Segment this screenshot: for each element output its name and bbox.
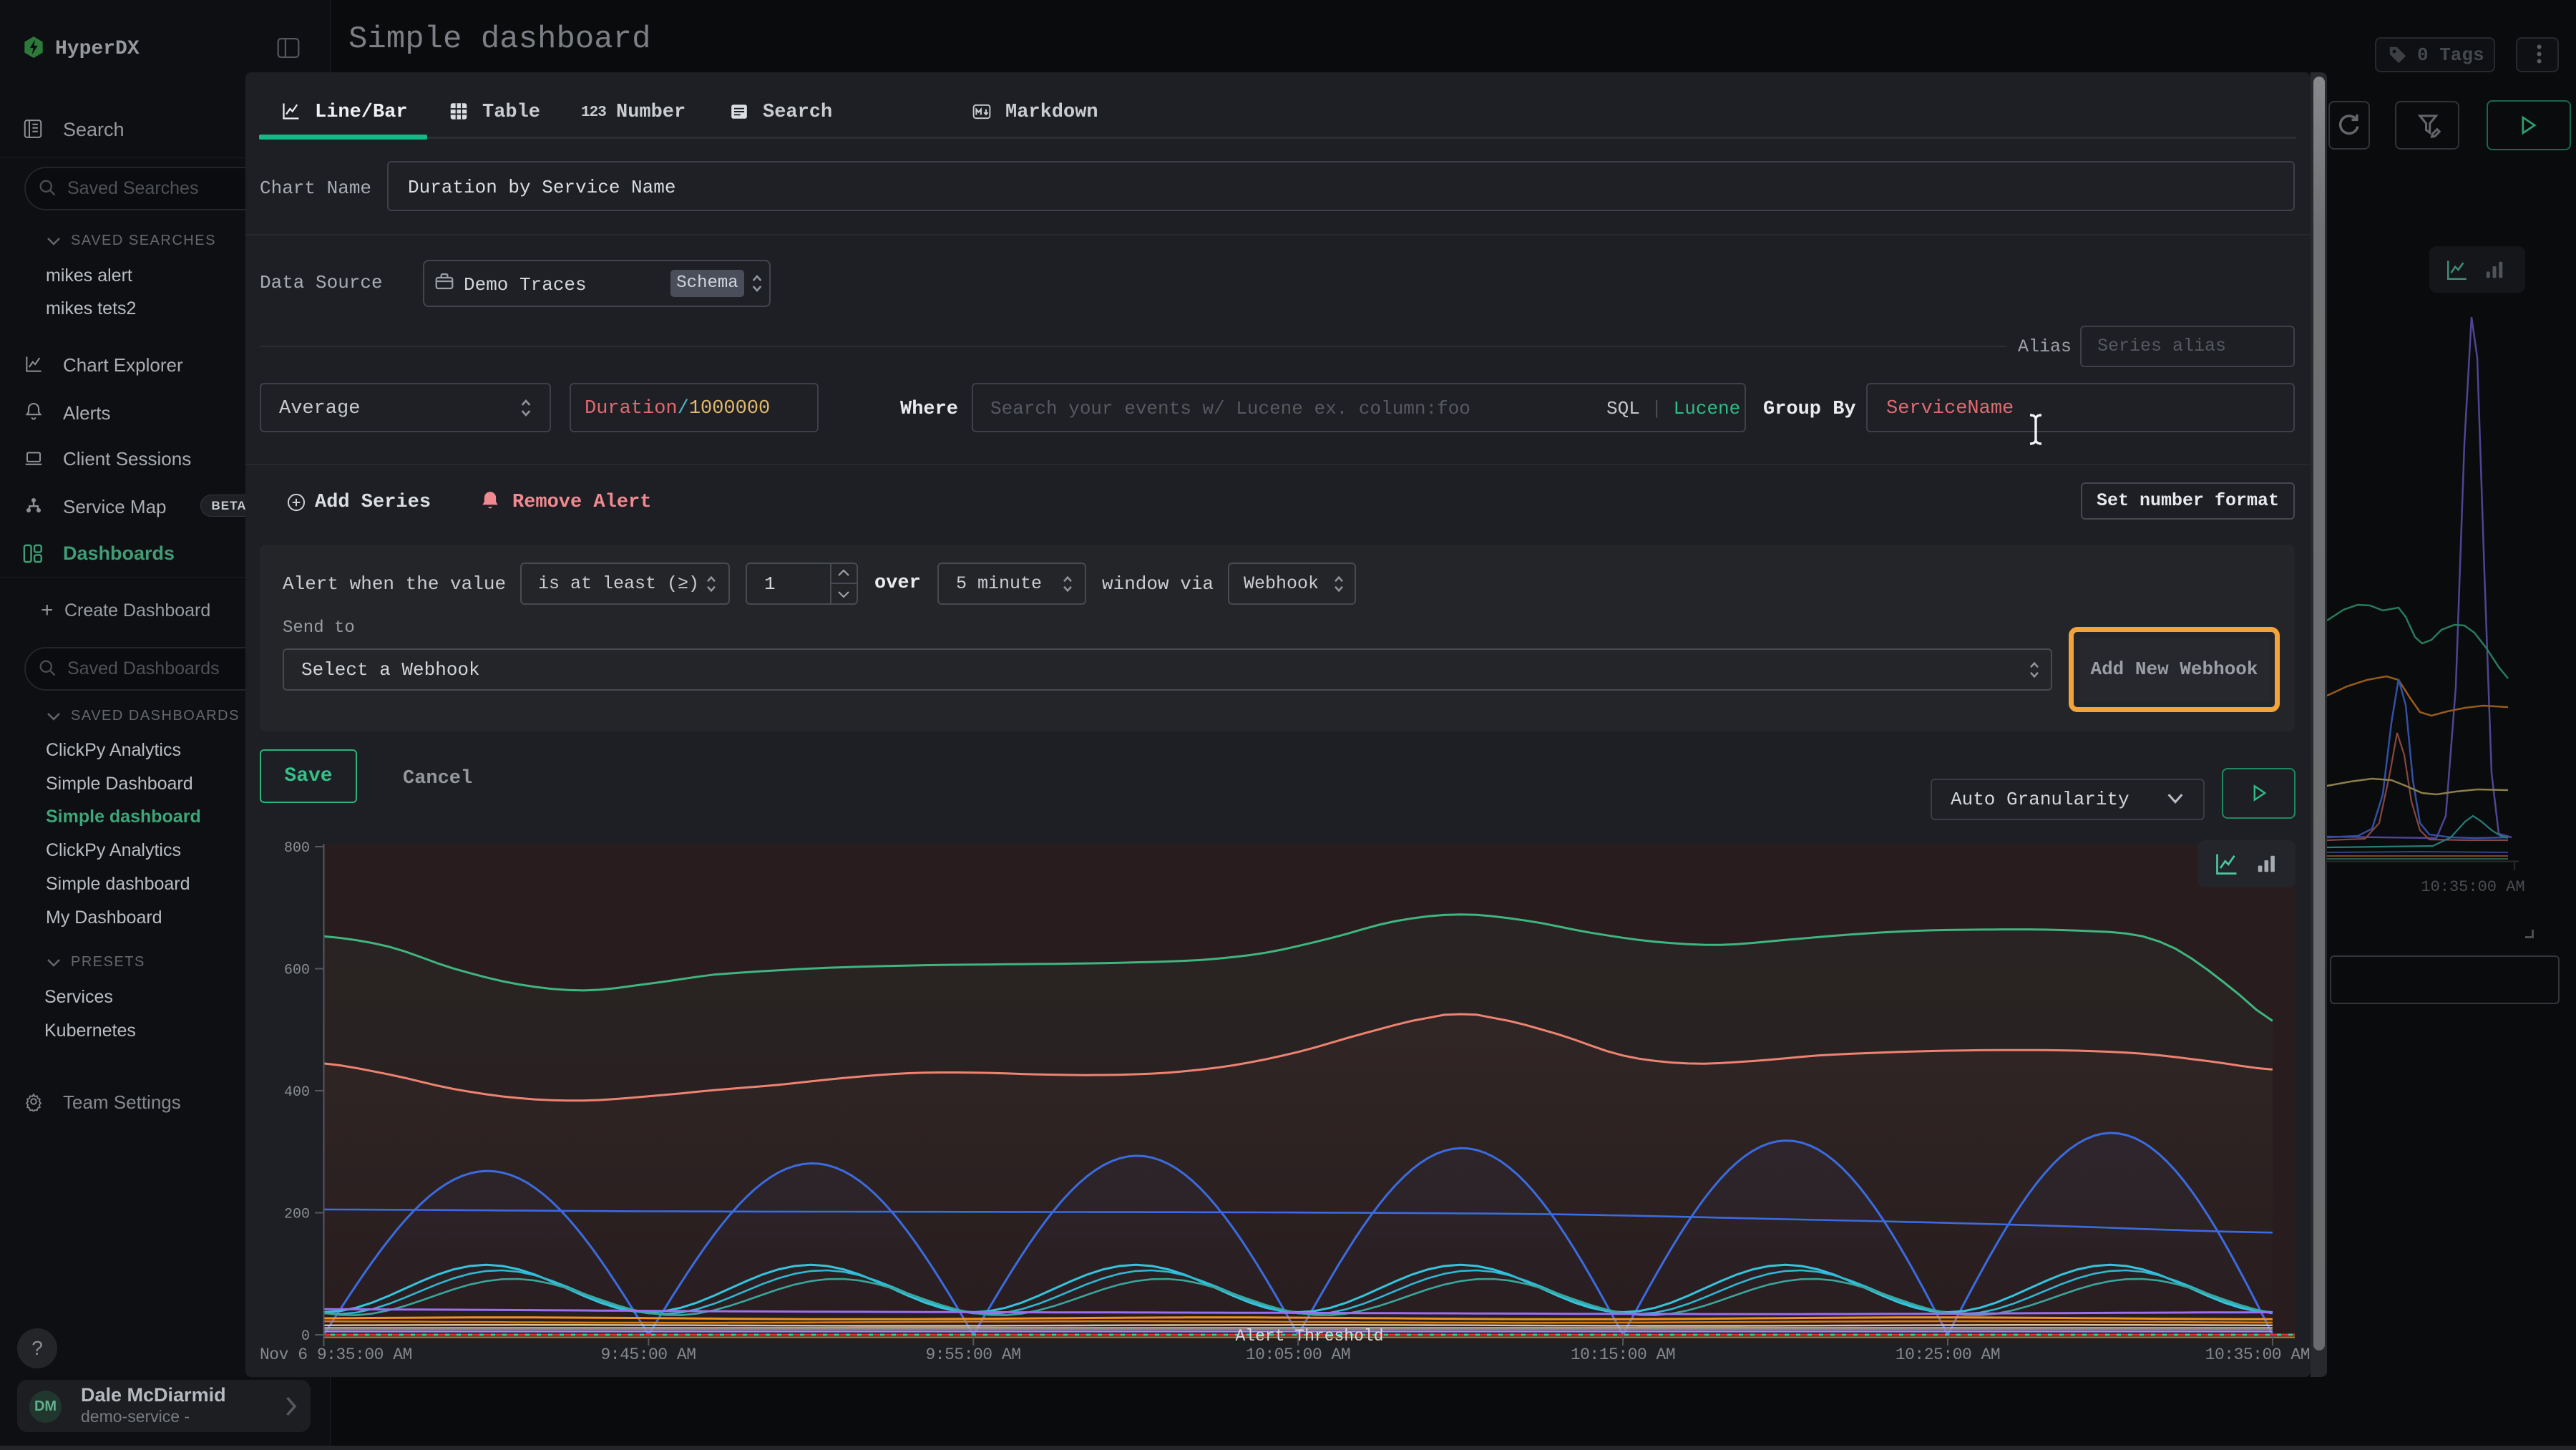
svg-text:Nov 6 9:35:00 AM: Nov 6 9:35:00 AM xyxy=(260,1346,412,1364)
svg-text:200: 200 xyxy=(284,1207,310,1223)
svg-text:10:25:00 AM: 10:25:00 AM xyxy=(1896,1346,2000,1364)
svg-text:9:45:00 AM: 9:45:00 AM xyxy=(600,1346,696,1364)
svg-text:800: 800 xyxy=(284,840,310,857)
svg-text:10:05:00 AM: 10:05:00 AM xyxy=(1246,1346,1350,1364)
svg-text:0: 0 xyxy=(301,1328,310,1345)
svg-text:10:35:00 AM: 10:35:00 AM xyxy=(2205,1346,2310,1364)
svg-text:9:55:00 AM: 9:55:00 AM xyxy=(925,1346,1020,1364)
svg-text:600: 600 xyxy=(284,963,310,979)
svg-text:400: 400 xyxy=(284,1084,310,1101)
svg-text:10:15:00 AM: 10:15:00 AM xyxy=(1571,1346,1675,1364)
svg-text:Alert Threshold: Alert Threshold xyxy=(1235,1327,1383,1346)
